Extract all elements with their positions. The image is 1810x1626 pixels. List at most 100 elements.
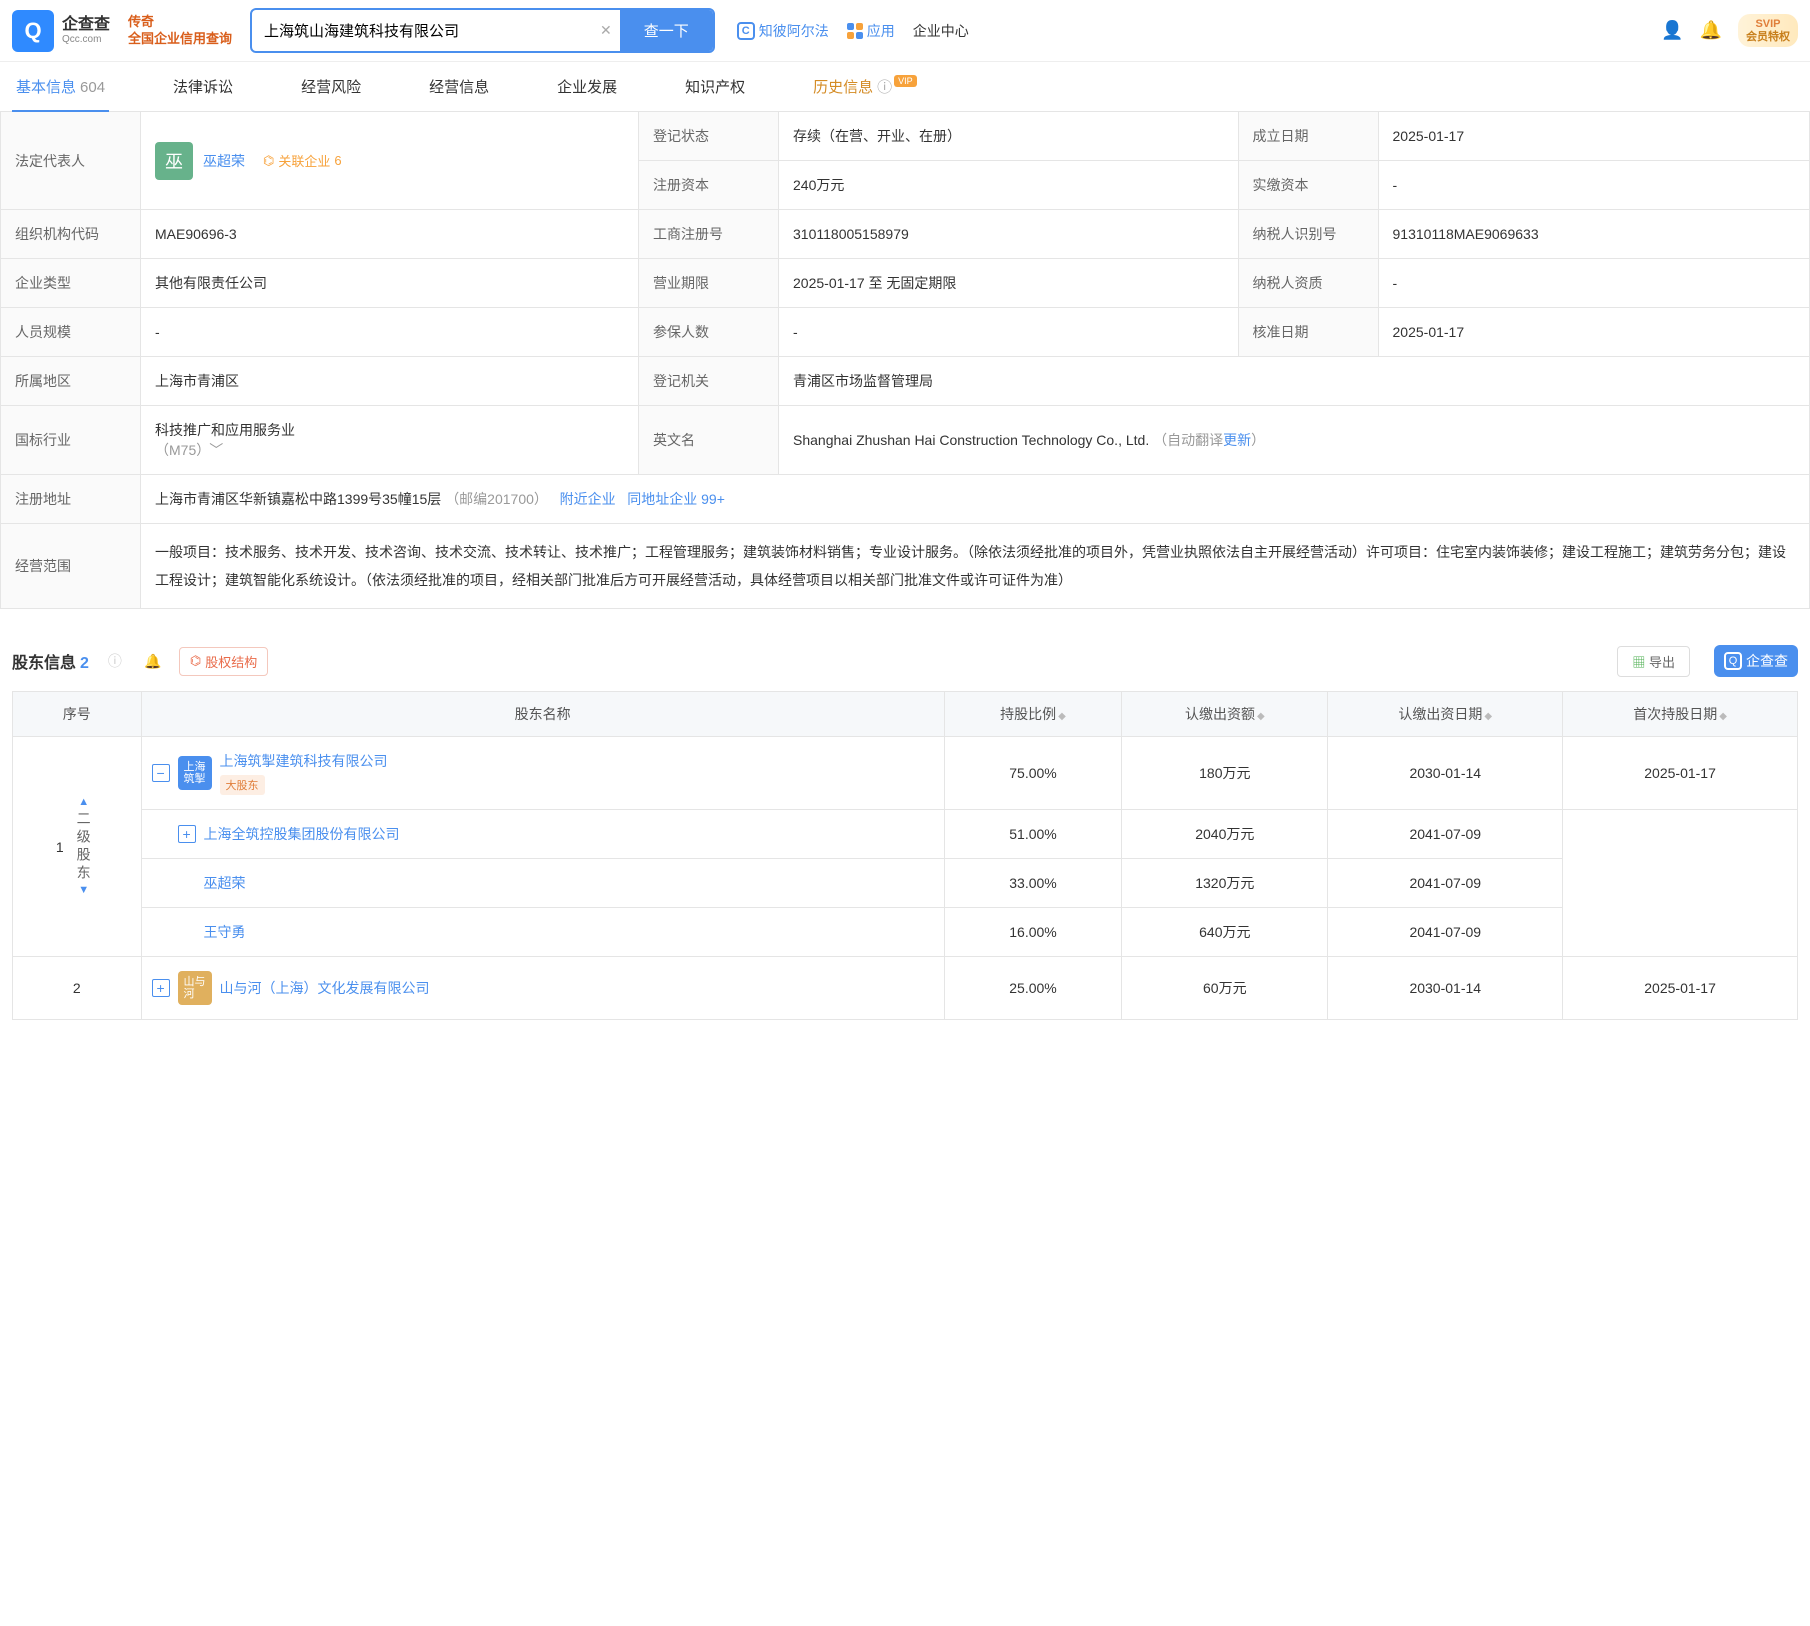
tab-basic[interactable]: 基本信息604	[12, 62, 109, 111]
sort-icon: ◆	[1257, 711, 1265, 722]
cell-amount: 60万元	[1122, 957, 1328, 1020]
rep-avatar: 巫	[155, 142, 193, 180]
val-reg-status: 存续（在营、开业、在册）	[779, 112, 1239, 161]
val-ent-type: 其他有限责任公司	[141, 259, 639, 308]
search-input[interactable]	[252, 14, 592, 47]
col-firstdate[interactable]: 首次持股日期◆	[1563, 692, 1798, 737]
logo-icon: Q	[12, 10, 54, 52]
label-scope: 经营范围	[1, 524, 141, 609]
tab-ip[interactable]: 知识产权	[681, 62, 749, 111]
excel-icon: ▦	[1632, 655, 1645, 670]
tab-risk[interactable]: 经营风险	[297, 62, 365, 111]
val-paid-capital: -	[1378, 161, 1809, 210]
tab-history[interactable]: 历史信息ⓘVIP	[809, 62, 921, 111]
label-industry: 国标行业	[1, 406, 141, 475]
col-ratio[interactable]: 持股比例◆	[944, 692, 1121, 737]
col-subdate[interactable]: 认缴出资日期◆	[1328, 692, 1563, 737]
tab-bizinfo[interactable]: 经营信息	[425, 62, 493, 111]
related-link[interactable]: ⌬关联企业 6	[263, 151, 342, 170]
tree-icon: ⌬	[190, 653, 201, 669]
info-icon: ⓘ	[877, 79, 892, 96]
clear-icon[interactable]: ✕	[592, 22, 620, 39]
cell-no: 2	[13, 957, 142, 1020]
sh-name-link[interactable]: 上海筑掣建筑科技有限公司	[220, 751, 388, 771]
cell-ratio: 16.00%	[944, 908, 1121, 957]
cell-ratio: 75.00%	[944, 737, 1121, 810]
cell-amount: 2040万元	[1122, 810, 1328, 859]
tabs: 基本信息604 法律诉讼 经营风险 经营信息 企业发展 知识产权 历史信息ⓘVI…	[0, 62, 1810, 112]
cell-name: + 山与河 山与河（上海）文化发展有限公司	[141, 957, 944, 1020]
link-zhibi[interactable]: C知彼阿尔法	[737, 21, 829, 41]
expand-toggle[interactable]: +	[152, 979, 170, 997]
collapse-toggle[interactable]: −	[152, 764, 170, 782]
tab-dev[interactable]: 企业发展	[553, 62, 621, 111]
val-tax-qual: -	[1378, 259, 1809, 308]
val-approval: 2025-01-17	[1378, 308, 1809, 357]
major-tag: 大股东	[220, 775, 265, 795]
cell-name: 王守勇	[141, 908, 944, 957]
info-table: 法定代表人 巫 巫超荣 ⌬关联企业 6 登记状态 存续（在营、开业、在册） 成立…	[0, 111, 1810, 609]
table-row: 巫超荣 33.00% 1320万元 2041-07-09	[13, 859, 1798, 908]
col-no: 序号	[13, 692, 142, 737]
cell-subdate: 2041-07-09	[1328, 908, 1563, 957]
same-addr-link[interactable]: 同地址企业 99+	[627, 491, 725, 507]
label-biz-reg: 工商注册号	[639, 210, 779, 259]
cell-firstdate: 2025-01-17	[1563, 737, 1798, 810]
col-amount[interactable]: 认缴出资额◆	[1122, 692, 1328, 737]
export-button[interactable]: ▦ 导出	[1617, 646, 1690, 677]
tab-lawsuit[interactable]: 法律诉讼	[169, 62, 237, 111]
label-approval: 核准日期	[1238, 308, 1378, 357]
struct-button[interactable]: ⌬股权结构	[179, 647, 268, 676]
sort-icon: ◆	[1058, 711, 1066, 722]
update-link[interactable]: 更新	[1223, 432, 1251, 448]
label-region: 所属地区	[1, 357, 141, 406]
val-biz-term: 2025-01-17 至 无固定期限	[779, 259, 1239, 308]
link-center[interactable]: 企业中心	[913, 21, 969, 41]
search-box: ✕ 查一下	[250, 8, 715, 53]
cell-amount: 1320万元	[1122, 859, 1328, 908]
search-button[interactable]: 查一下	[620, 10, 713, 51]
cell-no: 1 ▲ 二级股东 ▼	[13, 737, 142, 957]
triangle-down-icon: ▼	[78, 887, 89, 895]
vip-badge[interactable]: SVIP 会员特权	[1738, 14, 1798, 46]
sh-name-link[interactable]: 上海全筑控股集团股份有限公司	[204, 824, 400, 844]
cell-ratio: 51.00%	[944, 810, 1121, 859]
sh-name-link[interactable]: 山与河（上海）文化发展有限公司	[220, 978, 430, 998]
label-est-date: 成立日期	[1238, 112, 1378, 161]
cell-amount: 640万元	[1122, 908, 1328, 957]
sh-name-link[interactable]: 巫超荣	[204, 873, 246, 893]
bell-icon[interactable]: 🔔	[141, 649, 165, 673]
l2-label: 二级股东	[70, 807, 98, 887]
logo[interactable]: Q 企查查 Qcc.com	[12, 10, 110, 52]
bell-icon[interactable]: 🔔	[1700, 20, 1722, 41]
avatar-icon[interactable]: 👤	[1661, 20, 1683, 41]
val-reg-auth: 青浦区市场监督管理局	[779, 357, 1810, 406]
val-org-code: MAE90696-3	[141, 210, 639, 259]
table-header: 序号 股东名称 持股比例◆ 认缴出资额◆ 认缴出资日期◆ 首次持股日期◆	[13, 692, 1798, 737]
c-icon: C	[737, 22, 755, 40]
label-reg-capital: 注册资本	[639, 161, 779, 210]
cell-subdate: 2030-01-14	[1328, 737, 1563, 810]
cell-name: − 上海筑掣 上海筑掣建筑科技有限公司 大股东	[141, 737, 944, 810]
sh-name-link[interactable]: 王守勇	[204, 922, 246, 942]
link-apps[interactable]: 应用	[847, 21, 895, 41]
tree-icon: ⌬	[263, 153, 274, 169]
info-icon[interactable]: ⓘ	[103, 649, 127, 673]
rep-name-link[interactable]: 巫超荣	[203, 151, 245, 171]
vip-tag: VIP	[894, 75, 917, 87]
label-reg-auth: 登记机关	[639, 357, 779, 406]
section-head: 股东信息2 ⓘ 🔔 ⌬股权结构 ▦ 导出 Q企查查	[12, 645, 1798, 677]
expand-toggle[interactable]: +	[178, 825, 196, 843]
val-insured: -	[779, 308, 1239, 357]
table-row: 王守勇 16.00% 640万元 2041-07-09	[13, 908, 1798, 957]
val-addr: 上海市青浦区华新镇嘉松中路1399号35幢15层 （邮编201700） 附近企业…	[141, 475, 1810, 524]
cell-firstdate	[1563, 810, 1798, 957]
nearby-link[interactable]: 附近企业	[560, 491, 616, 507]
chevron-down-icon[interactable]: ﹀	[209, 442, 223, 458]
sh-avatar: 山与河	[178, 971, 212, 1005]
slogan-l1: 传奇	[128, 14, 232, 31]
val-biz-reg: 310118005158979	[779, 210, 1239, 259]
header: Q 企查查 Qcc.com 传奇 全国企业信用查询 ✕ 查一下 C知彼阿尔法 应…	[0, 0, 1810, 62]
label-addr: 注册地址	[1, 475, 141, 524]
label-tax-id: 纳税人识别号	[1238, 210, 1378, 259]
